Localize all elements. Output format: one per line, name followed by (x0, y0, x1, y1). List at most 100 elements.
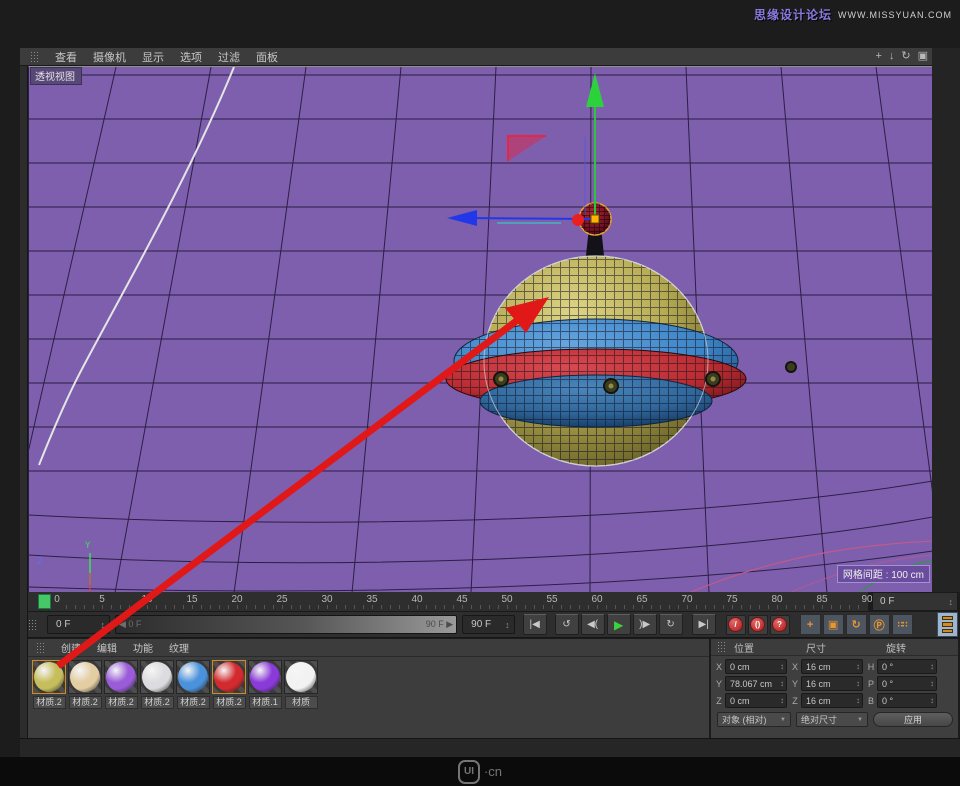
rotate-view-icon[interactable]: ↻ (901, 49, 910, 64)
move-gizmo (447, 73, 604, 226)
rotation-header: 旋转 (886, 640, 946, 655)
spline-curve (39, 67, 234, 465)
svg-text:Z: Z (37, 557, 43, 567)
size-z-field[interactable]: 16 cm↕ (801, 693, 863, 708)
menu-filter[interactable]: 过滤 (218, 49, 240, 65)
key-parameter-toggle[interactable]: Ⓟ (869, 614, 890, 635)
panel-grip-icon[interactable] (36, 642, 45, 654)
position-y-field[interactable]: 78.067 cm↕ (725, 676, 787, 691)
apply-button[interactable]: 应用 (873, 712, 953, 727)
material-sphere-icon (286, 662, 316, 692)
current-frame-field[interactable]: 0 F ↕ (47, 615, 110, 634)
material-swatch[interactable]: 材质.2 (32, 660, 66, 709)
footer-bar: UI ·cn (0, 757, 960, 786)
size-x-field[interactable]: 16 cm↕ (801, 659, 863, 674)
material-sphere-icon (106, 662, 136, 692)
app-window: 思缘设计论坛 WWW.MISSYUAN.COM 查看 摄像机 显示 选项 过滤 … (0, 0, 960, 786)
goto-end-button[interactable]: ▶| (692, 614, 716, 635)
spinner-icon[interactable]: ↕ (949, 597, 954, 607)
material-sphere-icon (34, 662, 64, 692)
mat-menu-texture[interactable]: 纹理 (169, 640, 189, 655)
material-swatch[interactable]: 材质.2 (176, 660, 210, 709)
material-manager: 创建 编辑 功能 纹理 材质.2 材质.2 材质.2 材质.2 材质.2 材质.… (28, 639, 710, 738)
spinner-icon[interactable]: ↕ (100, 620, 105, 630)
perspective-viewport[interactable]: 透视视图 网格间距 : 100 cm (28, 66, 932, 592)
position-z-field[interactable]: 0 cm↕ (725, 693, 787, 708)
material-sphere-icon (250, 662, 280, 692)
play-forwards-button[interactable]: ↻ (659, 614, 683, 635)
material-swatch[interactable]: 材质 (284, 660, 318, 709)
svg-text:Y: Y (84, 541, 91, 551)
menu-display[interactable]: 显示 (142, 49, 164, 65)
panel-grip-icon[interactable] (30, 51, 39, 63)
rotation-p-field[interactable]: 0 °↕ (877, 676, 937, 691)
size-header: 尺寸 (806, 640, 886, 655)
chevron-down-icon: ▼ (857, 717, 863, 723)
window-bottom-strip (20, 738, 960, 757)
record-keyframe-button[interactable]: / (726, 615, 746, 635)
menu-options[interactable]: 选项 (180, 49, 202, 65)
timeline-tick-label: 20 (231, 594, 242, 605)
timeline-tick-label: 10 (141, 594, 152, 605)
menu-view[interactable]: 查看 (55, 49, 77, 65)
autokey-button[interactable]: () (748, 615, 768, 635)
mat-menu-function[interactable]: 功能 (133, 640, 153, 655)
ui-cn-logo: UI (458, 760, 480, 784)
panel-grip-icon[interactable] (28, 619, 37, 631)
world-axis-indicator: Y Z (37, 541, 91, 592)
size-y-field[interactable]: 16 cm↕ (801, 676, 863, 691)
keying-help-button[interactable]: ? (770, 615, 790, 635)
mat-menu-create[interactable]: 创建 (61, 640, 81, 655)
key-scale-toggle[interactable]: ▣ (823, 614, 844, 635)
timeline-tick-label: 85 (816, 594, 827, 605)
play-button[interactable]: ▶ (607, 614, 631, 635)
material-swatch[interactable]: 材质.2 (140, 660, 174, 709)
left-edge-strip (20, 48, 28, 757)
key-point-level-toggle[interactable]: ∷∷ (892, 614, 913, 635)
material-swatch[interactable]: 材质.2 (104, 660, 138, 709)
slider-left-handle-icon: ◀ (119, 619, 126, 629)
menu-camera[interactable]: 摄像机 (93, 49, 126, 65)
spinner-icon[interactable]: ↕ (505, 620, 510, 630)
size-mode-dropdown[interactable]: 绝对尺寸▼ (796, 712, 868, 727)
current-frame-marker[interactable] (38, 594, 51, 609)
frame-field-right[interactable]: 0 F ↕ (872, 592, 958, 611)
timeline-tick-label: 75 (726, 594, 737, 605)
timeline-tick-label: 60 (591, 594, 602, 605)
material-list: 材质.2 材质.2 材质.2 材质.2 材质.2 材质.2 材质.1 材质 (28, 657, 709, 709)
timeline-ruler[interactable]: 051015202530354045505560657075808590 (28, 592, 868, 612)
watermark-site-url: WWW.MISSYUAN.COM (838, 10, 952, 20)
animation-toolbar: 0 F ↕ ◀ 0 F 90 F ▶ 90 F ↕ |◀ ↺ ◀( ▶ )▶ ↻… (28, 612, 958, 638)
timeline-tick-label: 55 (546, 594, 557, 605)
timeline-tick-label: 25 (276, 594, 287, 605)
toggle-view-icon[interactable]: ▣ (918, 49, 928, 64)
prev-key-button[interactable]: ◀( (581, 614, 605, 635)
preview-range-slider[interactable]: ◀ 0 F 90 F ▶ (115, 615, 457, 634)
key-rotation-toggle[interactable]: ↻ (846, 614, 867, 635)
grid-spacing-badge: 网格间距 : 100 cm (837, 565, 930, 583)
pan-view-icon[interactable]: + (875, 49, 881, 64)
material-swatch[interactable]: 材质.2 (212, 660, 246, 709)
key-position-toggle[interactable]: + (800, 614, 821, 635)
material-swatch[interactable]: 材质.1 (248, 660, 282, 709)
timeline-tick-label: 50 (501, 594, 512, 605)
mat-menu-edit[interactable]: 编辑 (97, 640, 117, 655)
timeline-tick-label: 90 (861, 594, 872, 605)
material-sphere-icon (70, 662, 100, 692)
menu-panel[interactable]: 面板 (256, 49, 278, 65)
next-key-button[interactable]: )▶ (633, 614, 657, 635)
goto-start-button[interactable]: |◀ (523, 614, 547, 635)
coord-mode-dropdown[interactable]: 对象 (相对)▼ (717, 712, 791, 727)
keyframe-selection-button[interactable] (937, 612, 958, 637)
rotation-b-field[interactable]: 0 °↕ (877, 693, 937, 708)
rotation-h-field[interactable]: 0 °↕ (877, 659, 937, 674)
position-x-field[interactable]: 0 cm↕ (725, 659, 787, 674)
panel-grip-icon[interactable] (717, 641, 726, 653)
end-frame-field[interactable]: 90 F ↕ (462, 615, 514, 634)
material-sphere-icon (214, 662, 244, 692)
material-swatch[interactable]: 材质.2 (68, 660, 102, 709)
play-backwards-button[interactable]: ↺ (555, 614, 579, 635)
slider-right-handle-icon: ▶ (446, 619, 453, 629)
zoom-view-icon[interactable]: ↓ (889, 49, 895, 64)
viewport-label[interactable]: 透视视图 (30, 67, 82, 85)
